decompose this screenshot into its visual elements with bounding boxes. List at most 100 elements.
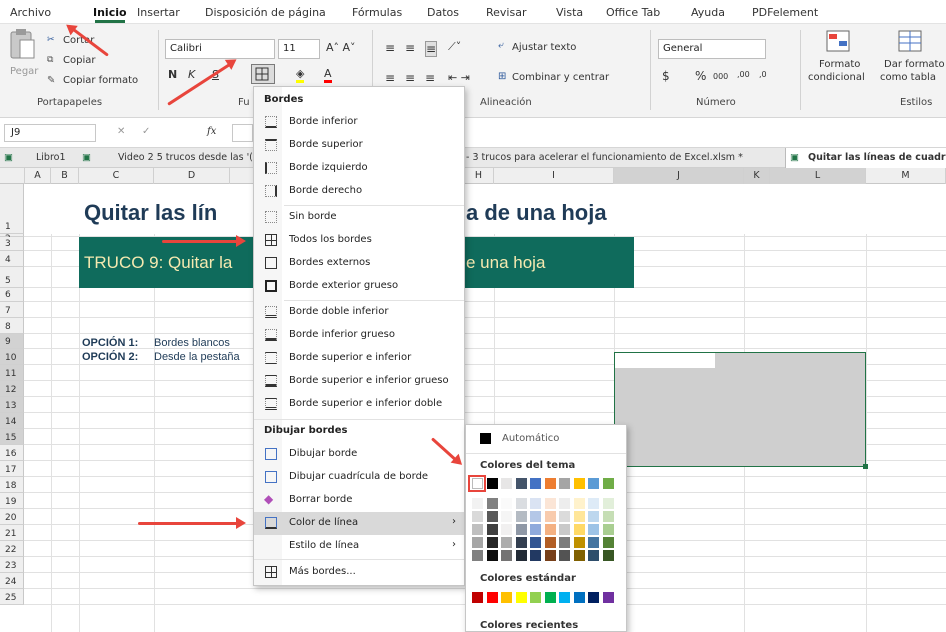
row-header[interactable]: 22 (0, 541, 24, 557)
wrap-text-icon[interactable]: ⤶ (498, 40, 504, 51)
theme-shade-swatch[interactable] (472, 537, 483, 548)
table-format-label-2[interactable]: como tabla (880, 72, 936, 83)
align-top-icon[interactable]: ≡ (385, 41, 395, 55)
theme-shade-swatch[interactable] (544, 537, 556, 548)
standard-color-swatch[interactable] (588, 592, 599, 603)
row-header[interactable]: 20 (0, 509, 24, 525)
row-header[interactable]: 25 (0, 589, 24, 605)
menu-item-borde-sup-inf-doble[interactable]: Borde superior e inferior doble (254, 393, 464, 416)
font-color-icon[interactable]: A (324, 67, 332, 83)
wrap-text-button[interactable]: Ajustar texto (512, 42, 576, 53)
fill-handle[interactable] (863, 464, 868, 469)
theme-shade-swatch[interactable] (602, 511, 614, 522)
standard-color-swatch[interactable] (472, 592, 483, 603)
theme-color-swatch[interactable] (501, 478, 512, 489)
increase-decimal-button[interactable]: ,00 (737, 70, 750, 79)
paste-icon[interactable] (8, 28, 36, 62)
menu-item-bordes-externos[interactable]: Bordes externos (254, 252, 464, 275)
fill-color-icon[interactable]: ◈ (296, 67, 305, 83)
menu-item-borde-inferior-grueso[interactable]: Borde inferior grueso (254, 324, 464, 347)
select-all-corner[interactable] (0, 168, 25, 184)
theme-color-swatch[interactable] (486, 478, 498, 489)
theme-color-swatch[interactable] (544, 478, 556, 489)
column-header[interactable]: K (744, 168, 770, 184)
copy-format-button[interactable]: Copiar formato (63, 75, 138, 86)
row-header[interactable]: 10 (0, 349, 24, 365)
column-header[interactable]: L (770, 168, 866, 184)
column-header[interactable]: B (51, 168, 79, 184)
theme-shade-swatch[interactable] (472, 498, 483, 509)
tab-vista[interactable]: Vista (556, 6, 583, 19)
standard-color-swatch[interactable] (544, 592, 556, 603)
font-size-select[interactable]: 11 (278, 39, 320, 59)
italic-button[interactable]: K (188, 68, 195, 81)
theme-shade-swatch[interactable] (588, 511, 599, 522)
indent-icon[interactable]: ⇤ ⇥ (448, 71, 470, 84)
menu-item-color-de-linea[interactable]: Color de línea › (254, 512, 464, 535)
name-box[interactable]: J9 (4, 124, 96, 142)
column-header[interactable]: M (866, 168, 946, 184)
table-format-label[interactable]: Dar formato (884, 59, 945, 70)
tab-revisar[interactable]: Revisar (486, 6, 526, 19)
theme-shade-swatch[interactable] (486, 498, 498, 509)
active-cell[interactable] (615, 353, 715, 368)
theme-color-swatch[interactable] (573, 478, 585, 489)
theme-shade-swatch[interactable] (486, 524, 498, 535)
row-header[interactable]: 4 (0, 251, 24, 267)
theme-shade-swatch[interactable] (501, 524, 512, 535)
menu-item-estilo-de-linea[interactable]: Estilo de línea › (254, 535, 464, 558)
menu-item-mas-bordes[interactable]: Más bordes... (254, 561, 464, 584)
merge-center-button[interactable]: Combinar y centrar (512, 72, 609, 83)
theme-shade-swatch[interactable] (588, 524, 599, 535)
column-header[interactable]: H (464, 168, 494, 184)
theme-shade-swatch[interactable] (472, 550, 483, 561)
row-header[interactable]: 12 (0, 381, 24, 397)
theme-shade-swatch[interactable] (472, 524, 483, 535)
font-name-select[interactable]: Calibri (165, 39, 275, 59)
theme-shade-swatch[interactable] (544, 550, 556, 561)
conditional-format-label[interactable]: Formato (819, 59, 860, 70)
standard-color-swatch[interactable] (486, 592, 498, 603)
row-header[interactable]: 7 (0, 302, 24, 318)
theme-color-swatch[interactable] (602, 478, 614, 489)
tab-pdfelement[interactable]: PDFelement (752, 6, 818, 19)
workbook-tab-video2[interactable]: Video 2 5 trucos desde las '( (118, 152, 253, 163)
column-header[interactable]: J (614, 168, 744, 184)
grow-font-icon[interactable]: A˄ A˅ (326, 41, 356, 54)
borders-button[interactable] (251, 64, 275, 84)
row-header[interactable]: 13 (0, 397, 24, 413)
row-header[interactable]: 11 (0, 365, 24, 381)
theme-shade-swatch[interactable] (515, 498, 527, 509)
theme-shade-swatch[interactable] (559, 524, 570, 535)
theme-shade-swatch[interactable] (602, 524, 614, 535)
theme-shade-swatch[interactable] (486, 550, 498, 561)
percent-button[interactable]: % (695, 69, 706, 83)
theme-shade-swatch[interactable] (573, 511, 585, 522)
row-header[interactable]: 14 (0, 413, 24, 429)
row-header[interactable]: 1 (0, 184, 24, 234)
theme-shade-swatch[interactable] (530, 498, 541, 509)
theme-shade-swatch[interactable] (559, 550, 570, 561)
theme-shade-swatch[interactable] (559, 511, 570, 522)
tab-office-tab[interactable]: Office Tab (606, 6, 660, 19)
row-header[interactable]: 21 (0, 525, 24, 541)
menu-item-borde-sup-inf-grueso[interactable]: Borde superior e inferior grueso (254, 370, 464, 393)
workbook-tab-active[interactable]: ▣ Quitar las líneas de cuadrícu (785, 148, 946, 168)
format-painter-icon[interactable]: ✎ (47, 75, 55, 86)
theme-shade-swatch[interactable] (501, 511, 512, 522)
theme-shade-swatch[interactable] (559, 498, 570, 509)
menu-item-borde-derecho[interactable]: Borde derecho (254, 180, 464, 203)
tab-datos[interactable]: Datos (427, 6, 459, 19)
automatic-swatch[interactable] (480, 433, 491, 444)
cancel-icon[interactable]: ✕ (117, 126, 125, 137)
theme-shade-swatch[interactable] (515, 550, 527, 561)
theme-shade-swatch[interactable] (559, 537, 570, 548)
menu-item-todos-los-bordes[interactable]: Todos los bordes (254, 229, 464, 252)
row-header[interactable]: 24 (0, 573, 24, 589)
decrease-decimal-button[interactable]: ,0 (759, 70, 767, 79)
menu-item-borde-superior[interactable]: Borde superior (254, 134, 464, 157)
theme-shade-swatch[interactable] (501, 550, 512, 561)
column-header[interactable]: A (25, 168, 51, 184)
theme-shade-swatch[interactable] (530, 511, 541, 522)
tab-inicio[interactable]: Inicio (93, 6, 127, 19)
